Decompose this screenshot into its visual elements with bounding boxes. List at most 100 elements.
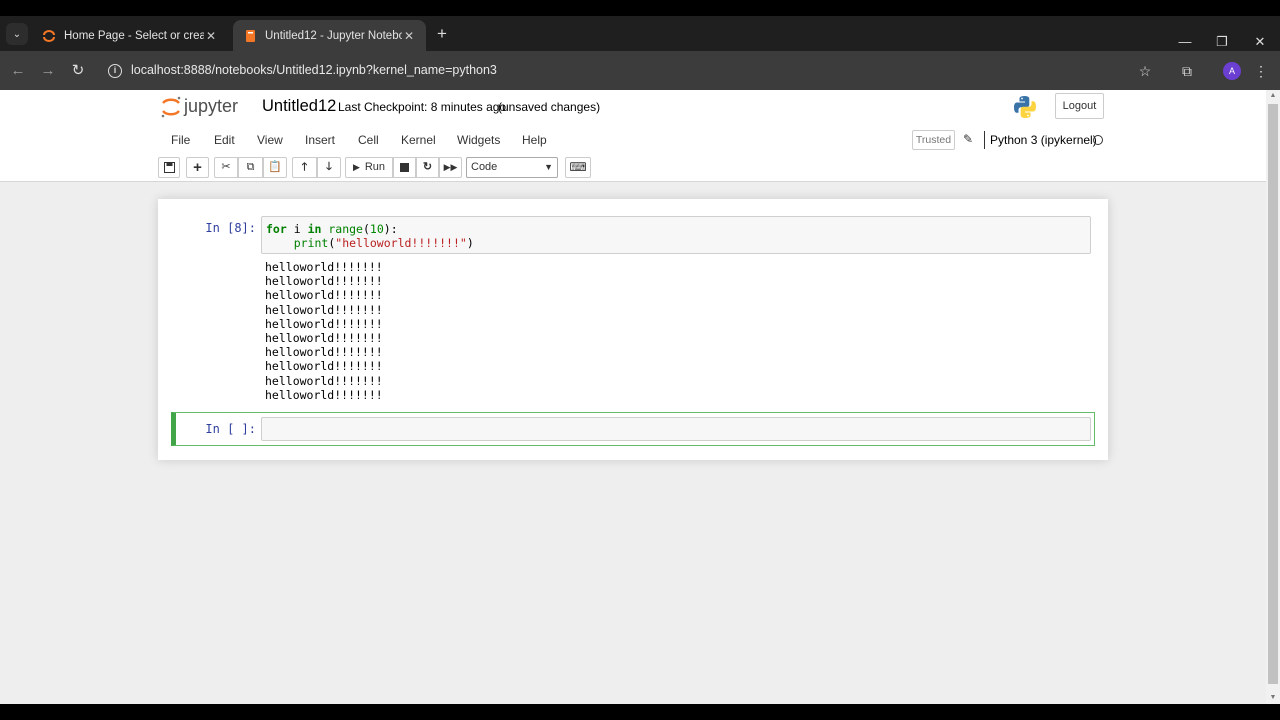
profile-avatar[interactable]: A [1223, 62, 1241, 80]
output-line: helloworld!!!!!!! [265, 316, 383, 331]
tab-title: Untitled12 - Jupyter Notebook [265, 29, 402, 42]
forward-icon[interactable]: → [40, 62, 56, 80]
builtin-token: print [293, 236, 329, 250]
keyboard-icon: ⌨ [569, 160, 587, 174]
kernel-name: Python 3 (ipykernel) [990, 133, 1097, 147]
number-token: 10 [369, 222, 384, 236]
restart-run-all-button[interactable]: ▶▶ [439, 157, 462, 178]
close-window-icon[interactable]: ✕ [1248, 33, 1272, 51]
kernel-separator [984, 131, 985, 149]
menu-kernel[interactable]: Kernel [401, 133, 436, 147]
menu-insert[interactable]: Insert [305, 133, 335, 147]
edit-mode-pencil-icon: ✎ [963, 132, 974, 146]
indent-token [266, 236, 294, 250]
jupyter-wordmark: jupyter [183, 96, 238, 116]
tab-home-page[interactable]: Home Page - Select or create a ✕ [32, 20, 228, 51]
url-field[interactable]: localhost:8888/notebooks/Untitled12.ipyn… [131, 63, 497, 77]
menu-edit[interactable]: Edit [214, 133, 235, 147]
menu-view[interactable]: View [257, 133, 283, 147]
output-line: helloworld!!!!!!! [265, 260, 383, 274]
scrollbar-thumb[interactable] [1268, 104, 1278, 684]
jupyter-logo-icon[interactable]: jupyter [160, 94, 252, 120]
run-label: Run [364, 161, 386, 173]
command-palette-button[interactable]: ⌨ [565, 157, 591, 178]
tab-close-icon[interactable]: ✕ [402, 29, 416, 43]
minimize-icon[interactable]: — [1173, 33, 1197, 51]
output-line: helloworld!!!!!!! [265, 345, 383, 360]
bookmark-star-icon[interactable]: ☆ [1136, 61, 1154, 81]
tab-title: Home Page - Select or create a [64, 29, 204, 42]
move-down-button[interactable]: 🡓 [317, 157, 341, 178]
page-scrollbar[interactable]: ▲ ▼ [1266, 90, 1280, 704]
menu-cell[interactable]: Cell [358, 133, 379, 147]
move-up-button[interactable]: 🡑 [292, 157, 317, 178]
menu-file[interactable]: File [171, 133, 190, 147]
output-line: helloworld!!!!!!! [265, 359, 383, 374]
paste-button[interactable]: 📋 [263, 157, 287, 178]
site-info-icon[interactable]: i [108, 64, 122, 78]
selected-cell[interactable]: In [ ]: [171, 412, 1095, 446]
fast-forward-icon: ▶▶ [443, 162, 458, 172]
save-icon [163, 162, 175, 173]
back-icon[interactable]: ← [10, 62, 26, 80]
restart-button[interactable]: ↻ [416, 157, 439, 178]
input-prompt: In [ ]: [205, 422, 256, 436]
menu-help[interactable]: Help [522, 133, 547, 147]
reload-icon[interactable]: ↻ [70, 62, 86, 80]
restart-icon: ↻ [422, 161, 433, 173]
trusted-indicator[interactable]: Trusted [912, 130, 955, 150]
new-tab-icon[interactable]: + [433, 24, 451, 44]
top-black-bar [0, 0, 1280, 16]
interrupt-button[interactable] [393, 157, 416, 178]
run-button[interactable]: ▶ Run [345, 157, 393, 178]
notebook-favicon-icon [246, 29, 255, 42]
python-logo-icon [1014, 96, 1036, 118]
copy-icon: ⧉ [246, 161, 255, 173]
kernel-idle-indicator-icon [1093, 135, 1103, 145]
builtin-token: range [328, 222, 363, 236]
paren-token: ): [383, 222, 398, 236]
plus-icon: + [193, 159, 202, 176]
chevron-down-icon: ▼ [544, 162, 553, 172]
tab-search-button[interactable]: ⌄ [6, 23, 28, 45]
logout-button[interactable]: Logout [1055, 93, 1104, 119]
input-prompt: In [8]: [205, 221, 256, 235]
browser-tab-strip: ⌄ Home Page - Select or create a ✕ Untit… [0, 16, 1280, 51]
arrow-down-icon: 🡓 [326, 161, 332, 173]
keyword-token: in [307, 222, 322, 236]
cell-type-value: Code [471, 161, 498, 173]
save-button[interactable] [158, 157, 180, 178]
browser-menu-icon[interactable]: ⋮ [1252, 61, 1270, 81]
arrow-up-icon: 🡑 [301, 161, 308, 173]
jupyter-favicon-icon [43, 29, 55, 42]
code-line: for i in range(10): [266, 222, 1086, 236]
stop-icon [400, 163, 409, 172]
cell-output: helloworld!!!!!!! helloworld!!!!!!! hell… [265, 260, 383, 402]
code-cell-input-empty[interactable] [261, 417, 1091, 441]
cell-type-select[interactable]: Code ▼ [466, 157, 558, 178]
tab-close-icon[interactable]: ✕ [204, 29, 218, 43]
insert-cell-button[interactable]: + [186, 157, 209, 178]
paren-token: ) [466, 236, 474, 250]
scroll-up-icon[interactable]: ▲ [1266, 90, 1280, 102]
cut-button[interactable]: ✂ [214, 157, 238, 178]
scroll-down-icon[interactable]: ▼ [1266, 692, 1280, 704]
output-line: helloworld!!!!!!! [265, 288, 383, 303]
output-line: helloworld!!!!!!! [265, 373, 383, 388]
extensions-icon[interactable]: ⧉ [1178, 61, 1196, 81]
output-line: helloworld!!!!!!! [265, 387, 383, 402]
menu-widgets[interactable]: Widgets [457, 133, 500, 147]
var-token: i [286, 222, 308, 236]
jupyter-page: jupyter Untitled12 Last Checkpoint: 8 mi… [0, 90, 1266, 704]
copy-button[interactable]: ⧉ [238, 157, 263, 178]
output-line: helloworld!!!!!!! [265, 274, 383, 289]
paste-icon: 📋 [268, 161, 282, 173]
notebook-name[interactable]: Untitled12 [262, 97, 336, 116]
restore-icon[interactable]: ❐ [1210, 33, 1234, 51]
code-cell-input[interactable]: for i in range(10): print("helloworld!!!… [261, 216, 1091, 254]
address-bar: ← → ↻ i localhost:8888/notebooks/Untitle… [0, 51, 1280, 90]
checkpoint-status: Last Checkpoint: 8 minutes ago [338, 100, 507, 114]
autosave-status: (unsaved changes) [498, 100, 601, 114]
tab-untitled12[interactable]: Untitled12 - Jupyter Notebook ✕ [233, 20, 426, 51]
notebook-container: In [8]: for i in range(10): print("hello… [158, 199, 1108, 460]
